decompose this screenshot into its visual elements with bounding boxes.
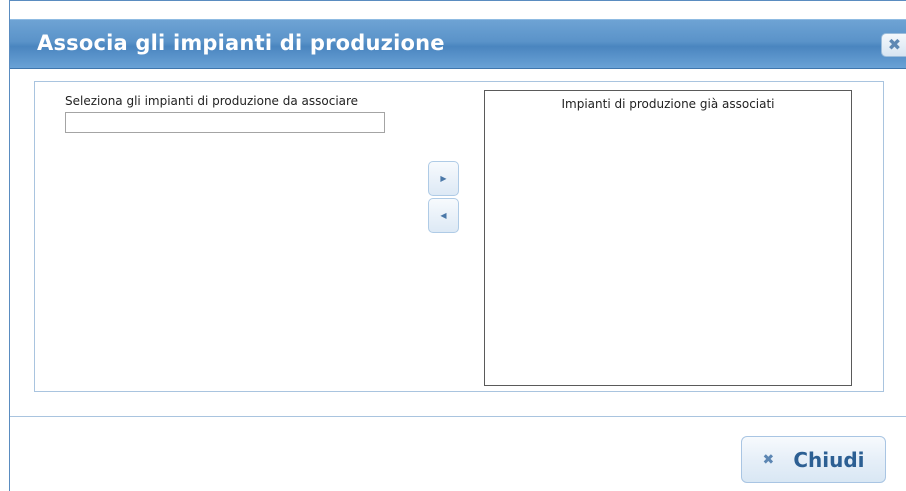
chiudi-button[interactable]: ✖ Chiudi xyxy=(741,436,886,483)
triangle-left-icon: ◀ xyxy=(440,211,447,220)
associated-impianti-list[interactable]: Impianti di produzione già associati xyxy=(484,90,852,386)
footer-divider xyxy=(10,416,906,417)
dialog-title: Associa gli impianti di produzione xyxy=(37,31,445,55)
triangle-right-icon: ▶ xyxy=(440,174,447,183)
associated-impianti-label: Impianti di produzione già associati xyxy=(561,97,775,111)
associa-impianti-dialog: Associa gli impianti di produzione ✖ Sel… xyxy=(9,0,906,491)
dialog-title-bar: Associa gli impianti di produzione ✖ xyxy=(10,19,906,69)
remove-selected-button[interactable]: ◀ xyxy=(428,198,459,233)
available-impianti-label: Seleziona gli impianti di produzione da … xyxy=(65,94,359,108)
close-icon: ✖ xyxy=(762,452,775,468)
chiudi-button-label: Chiudi xyxy=(793,448,865,472)
dialog-content: Seleziona gli impianti di produzione da … xyxy=(34,81,884,392)
close-icon[interactable]: ✖ xyxy=(881,33,906,57)
impianti-search-input[interactable] xyxy=(65,112,385,133)
add-selected-button[interactable]: ▶ xyxy=(428,161,459,196)
